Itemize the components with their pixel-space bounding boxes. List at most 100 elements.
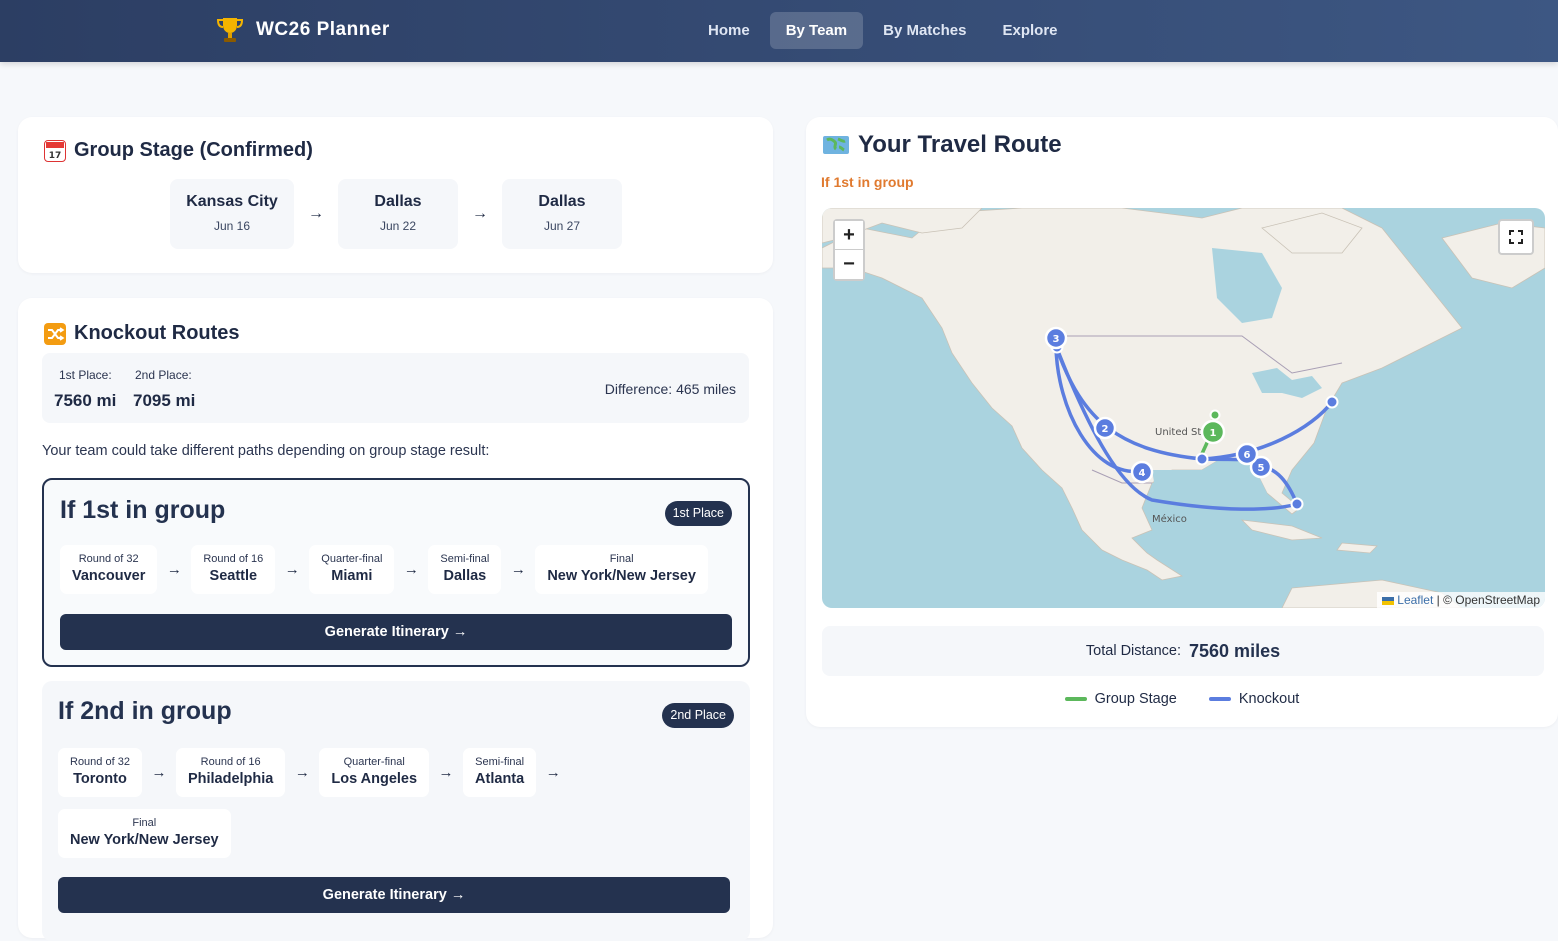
stage-city: Los Angeles xyxy=(331,771,418,787)
arrow-right-icon: → xyxy=(294,764,310,781)
svg-text:6: 6 xyxy=(1244,450,1251,461)
zoom-in-button[interactable]: + xyxy=(835,221,863,250)
route-first-place: If 1st in group 1st Place Round of 32 Van… xyxy=(42,478,750,667)
stage-city: Philadelphia xyxy=(187,771,274,787)
route-scenario-label: If 1st in group xyxy=(821,174,914,190)
venue-marker[interactable] xyxy=(1290,497,1304,511)
knockout-title: Knockout Routes xyxy=(74,322,240,344)
venue-card: Dallas Jun 22 xyxy=(338,179,458,249)
venue-city: Dallas xyxy=(538,193,586,210)
total-distance-value: 7560 miles xyxy=(1189,640,1281,661)
arrow-right-icon: → xyxy=(308,205,324,222)
route-title: If 1st in group xyxy=(60,496,226,524)
second-place-label: 2nd Place: xyxy=(135,368,192,382)
svg-text:3: 3 xyxy=(1053,334,1060,345)
top-header: WC26 Planner Home By Team By Matches Exp… xyxy=(0,0,1558,62)
trophy-icon xyxy=(214,14,246,46)
distance-difference: Difference: 465 miles xyxy=(604,381,736,397)
route-badge: 2nd Place xyxy=(662,703,734,728)
map-canvas: United St México 1 2 3 4 5 6 xyxy=(822,208,1545,608)
stage-card: Final New York/New Jersey xyxy=(58,809,231,858)
arrow-right-icon: → xyxy=(403,561,419,578)
venue-city: Kansas City xyxy=(186,193,278,210)
legend-item-knockout: Knockout xyxy=(1208,691,1299,707)
stage-round: Round of 16 xyxy=(203,553,264,565)
shuffle-icon xyxy=(44,322,66,345)
calendar-icon: 17 xyxy=(44,139,66,162)
stage-city: New York/New Jersey xyxy=(547,568,696,584)
stage-card: Round of 16 Philadelphia xyxy=(175,748,286,797)
stage-card: Final New York/New Jersey xyxy=(535,545,708,594)
stage-round: Semi-final xyxy=(475,756,525,768)
stage-round: Round of 16 xyxy=(200,756,261,768)
stage-city: Toronto xyxy=(73,771,127,787)
route-stages: Round of 32 Toronto → Round of 16 Philadel… xyxy=(58,748,570,797)
fullscreen-icon xyxy=(1509,230,1523,244)
stage-round: Semi-final xyxy=(440,553,490,565)
knockout-card: Knockout Routes 1st Place: 7560 mi 2nd P… xyxy=(18,298,773,941)
legend-item-group-stage: Group Stage xyxy=(1064,691,1177,707)
svg-text:2: 2 xyxy=(1102,424,1109,435)
brand[interactable]: WC26 Planner xyxy=(214,14,390,46)
distance-comparison: 1st Place: 7560 mi 2nd Place: 7095 mi Di… xyxy=(42,353,749,423)
group-venue-marker[interactable] xyxy=(1209,409,1221,421)
venue-date: Jun 27 xyxy=(543,219,581,233)
map-legend: Group Stage Knockout xyxy=(806,691,1558,707)
stage-card: Quarter-final Miami xyxy=(309,545,395,594)
group-venues: Kansas City Jun 16 → Dallas Jun 22 → Dal… xyxy=(170,179,622,249)
generate-itinerary-button[interactable]: Generate Itinerary → xyxy=(58,877,730,913)
nav-by-matches[interactable]: By Matches xyxy=(867,12,982,49)
arrow-right-icon: → xyxy=(472,205,488,222)
stage-city: Seattle xyxy=(209,568,258,584)
arrow-right-icon: → xyxy=(151,764,167,781)
stage-round: Quarter-final xyxy=(343,756,405,768)
venue-city: Dallas xyxy=(374,193,422,210)
group-stage-heading: 17 Group Stage (Confirmed) xyxy=(44,139,313,162)
travel-route-card: Your Travel Route If 1st in group United… xyxy=(806,117,1558,727)
venue-date: Jun 16 xyxy=(213,219,251,233)
stage-city: Atlanta xyxy=(475,771,525,787)
nav-explore[interactable]: Explore xyxy=(986,12,1073,49)
stage-round: Quarter-final xyxy=(321,553,383,565)
legend-swatch xyxy=(1208,697,1231,701)
stage-round: Round of 32 xyxy=(70,756,130,768)
zoom-control: + − xyxy=(833,219,865,281)
map-label-mexico: México xyxy=(1152,513,1187,525)
route-stages-wrap: Final New York/New Jersey xyxy=(58,809,231,858)
stage-round: Final xyxy=(609,553,634,565)
nav-by-team[interactable]: By Team xyxy=(769,12,864,49)
first-place-label: 1st Place: xyxy=(59,368,112,382)
stage-card: Quarter-final Los Angeles xyxy=(319,748,430,797)
routes-intro: Your team could take different paths dep… xyxy=(42,443,490,459)
venue-card: Dallas Jun 27 xyxy=(502,179,622,249)
svg-text:5: 5 xyxy=(1258,463,1265,474)
group-stage-title: Group Stage (Confirmed) xyxy=(74,139,313,161)
venue-marker[interactable] xyxy=(1325,395,1339,409)
venue-card: Kansas City Jun 16 xyxy=(170,179,294,249)
leaflet-link[interactable]: Leaflet xyxy=(1397,593,1433,607)
map-attribution: Leaflet | © OpenStreetMap xyxy=(1376,592,1545,608)
venue-marker[interactable] xyxy=(1195,452,1209,466)
generate-itinerary-button[interactable]: Generate Itinerary → xyxy=(60,614,732,650)
fullscreen-button[interactable] xyxy=(1498,219,1534,255)
route-stages: Round of 32 Vancouver → Round of 16 Seattl… xyxy=(60,545,708,594)
stage-city: Dallas xyxy=(443,568,487,584)
route-map[interactable]: United St México 1 2 3 4 5 6 + − Leaflet… xyxy=(822,208,1545,608)
nav-home[interactable]: Home xyxy=(692,12,766,49)
arrow-right-icon: → xyxy=(545,764,561,781)
arrow-right-icon: → xyxy=(438,764,454,781)
route-second-place: If 2nd in group 2nd Place Round of 32 Tor… xyxy=(42,681,750,941)
knockout-heading: Knockout Routes xyxy=(44,322,240,345)
zoom-out-button[interactable]: − xyxy=(835,250,863,279)
legend-swatch xyxy=(1064,697,1087,701)
stage-card: Semi-final Atlanta xyxy=(463,748,537,797)
stage-round: Final xyxy=(132,817,157,829)
stage-card: Round of 32 Toronto xyxy=(58,748,142,797)
ukraine-flag-icon xyxy=(1381,596,1394,605)
svg-text:4: 4 xyxy=(1139,468,1146,479)
stage-card: Semi-final Dallas xyxy=(428,545,502,594)
travel-route-title: Your Travel Route xyxy=(858,131,1062,158)
second-place-distance: 7095 mi xyxy=(133,391,196,410)
venue-date: Jun 22 xyxy=(379,219,417,233)
svg-text:1: 1 xyxy=(1210,428,1217,439)
